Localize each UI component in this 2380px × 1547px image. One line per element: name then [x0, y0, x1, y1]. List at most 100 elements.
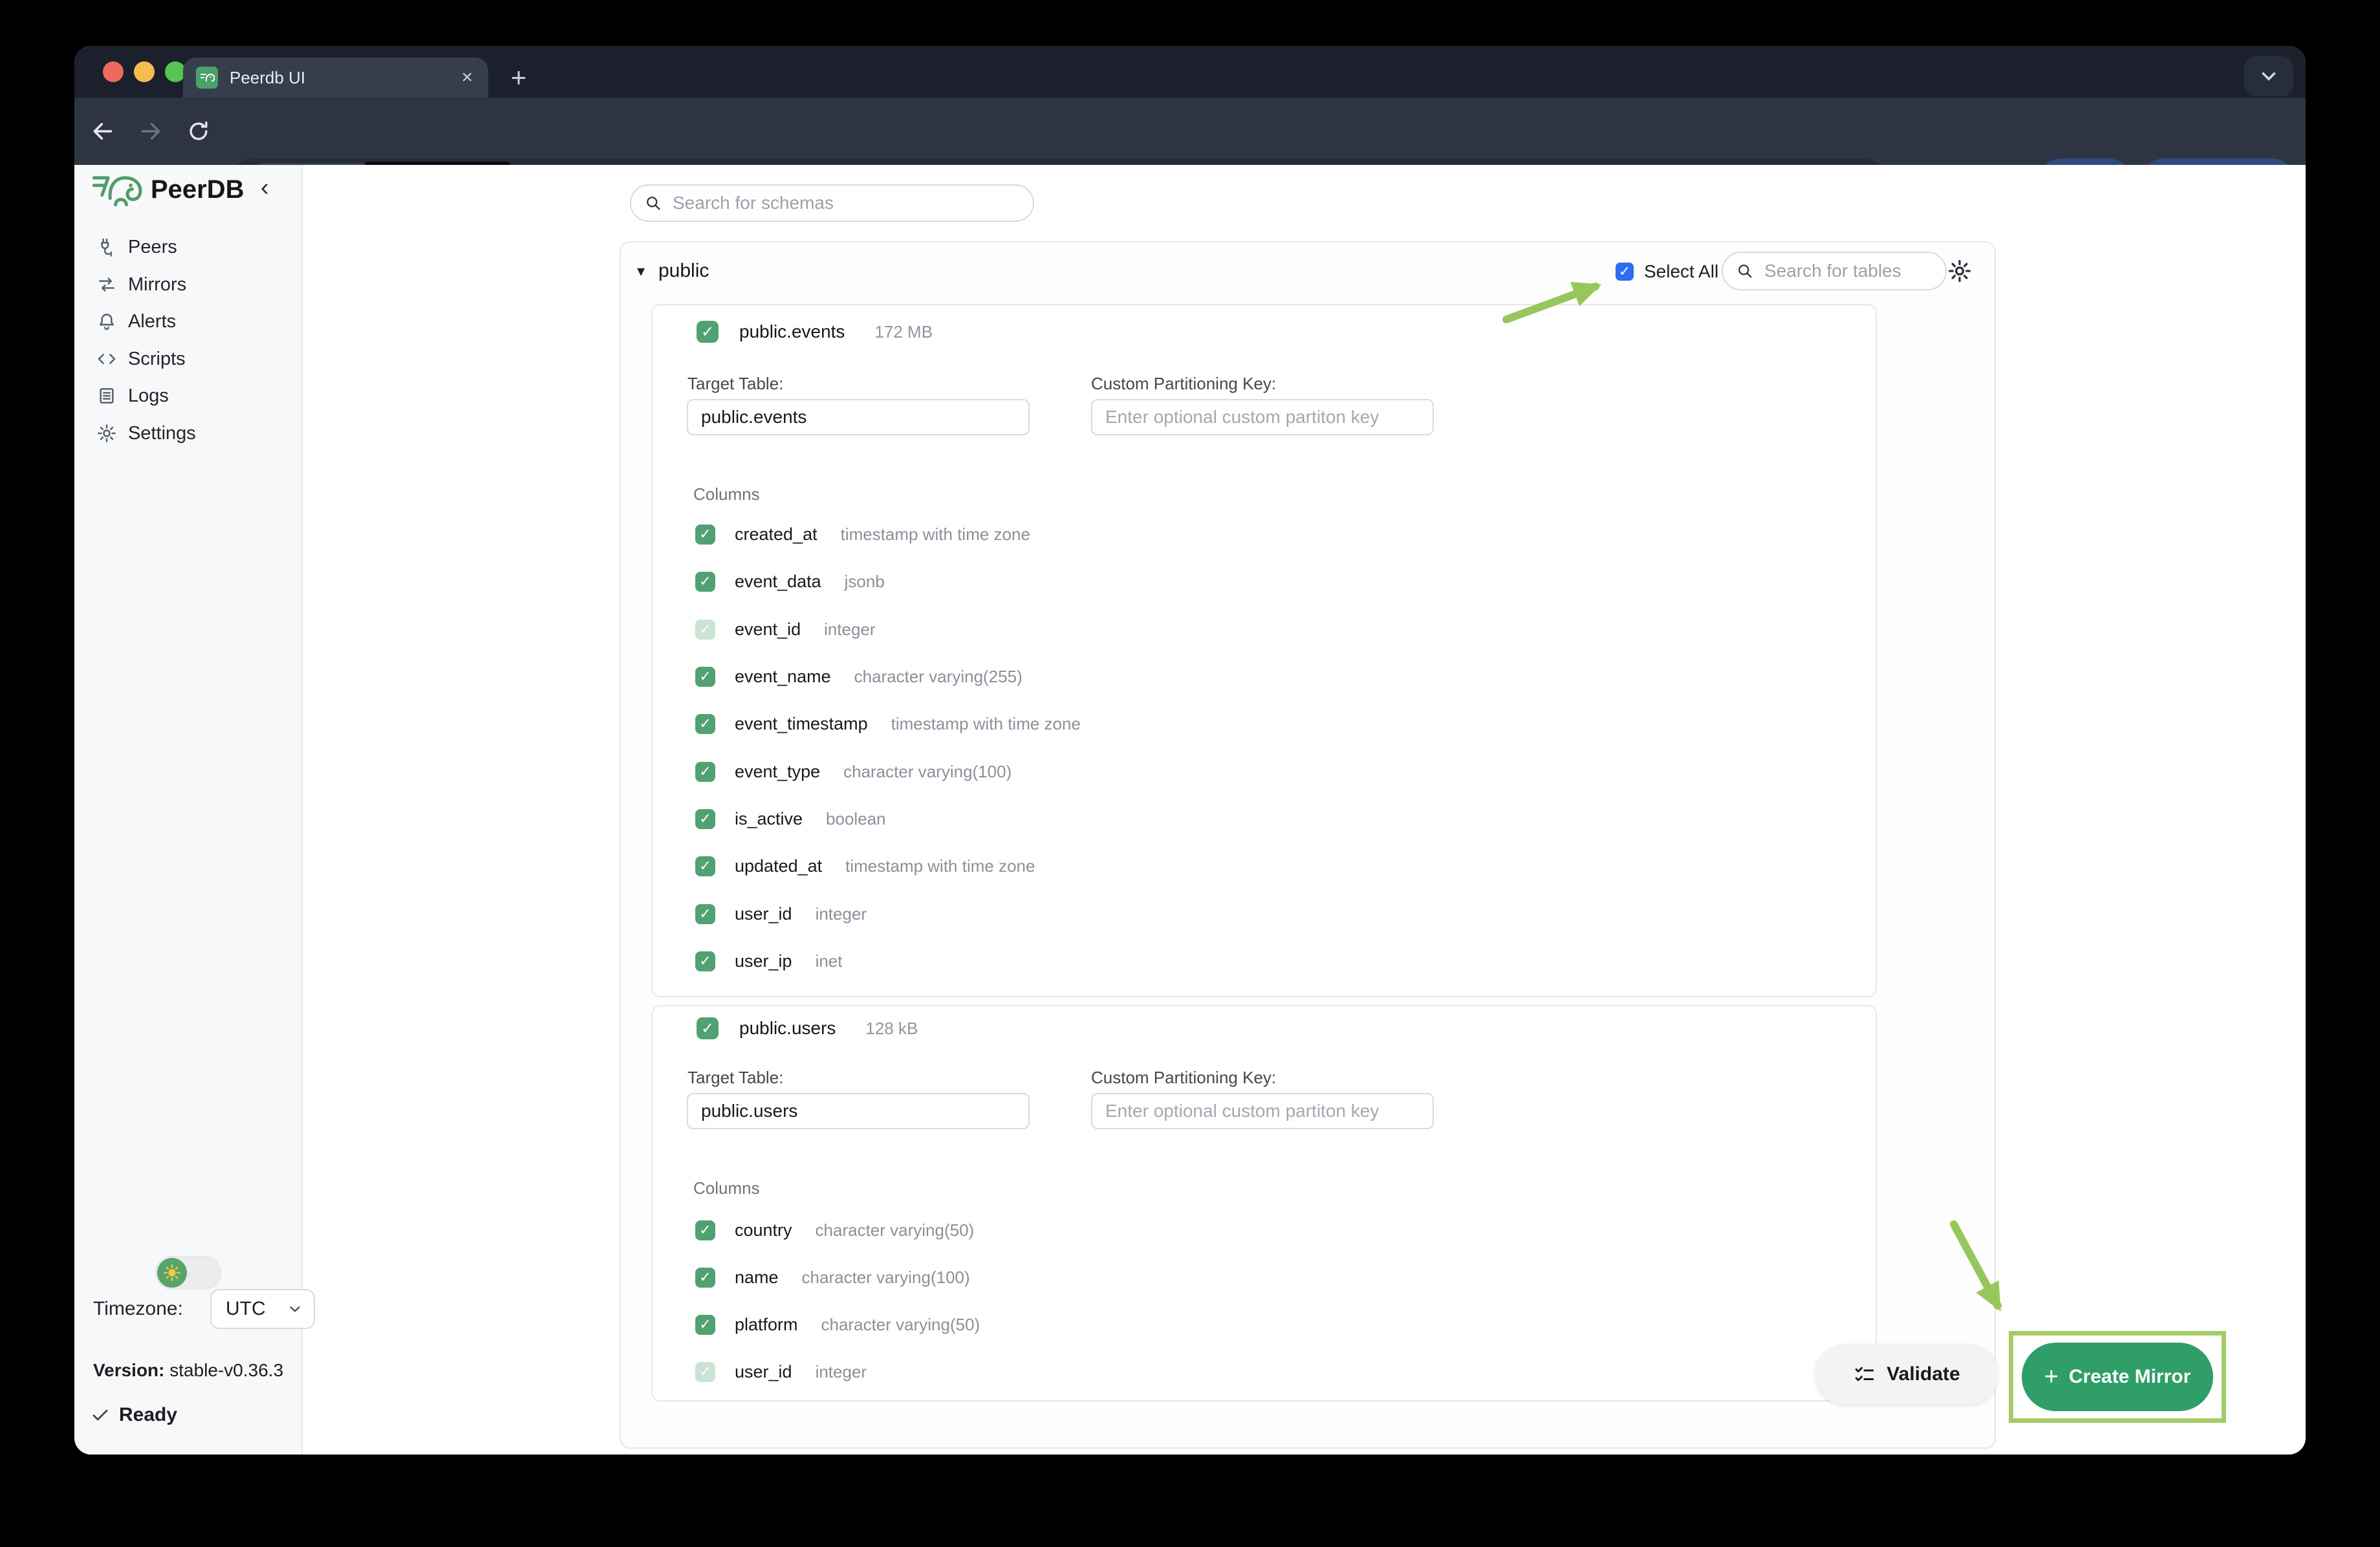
- column-checkbox[interactable]: ✓: [695, 1315, 715, 1335]
- tab-title: Peerdb UI: [230, 58, 305, 98]
- screenshot-stage: Peerdb UI × + Not Secure: [0, 0, 2380, 1547]
- partition-key-input[interactable]: [1091, 1093, 1434, 1129]
- table-search-input[interactable]: [1764, 261, 1939, 281]
- create-mirror-button[interactable]: + Create Mirror: [2022, 1343, 2213, 1411]
- table-name: public.events: [739, 321, 845, 342]
- forward-button[interactable]: [133, 98, 169, 165]
- column-type: character varying(100): [802, 1268, 970, 1288]
- bell-icon: [96, 310, 118, 332]
- sidebar-item-scripts[interactable]: Scripts: [74, 340, 301, 378]
- column-type: timestamp with time zone: [891, 714, 1081, 734]
- timezone-select[interactable]: UTC: [210, 1289, 315, 1329]
- sidebar-item-mirrors[interactable]: Mirrors: [74, 266, 301, 303]
- tab-close-icon[interactable]: ×: [461, 58, 473, 98]
- plus-icon: +: [2044, 1363, 2059, 1391]
- validate-label: Validate: [1887, 1363, 1960, 1385]
- sidebar: PeerDB ‹ Peers Mirrors Alerts: [74, 165, 303, 1455]
- column-checkbox[interactable]: ✓: [695, 762, 715, 782]
- column-type: integer: [816, 904, 867, 924]
- column-checkbox[interactable]: ✓: [695, 572, 715, 592]
- sidebar-item-logs[interactable]: Logs: [74, 377, 301, 415]
- browser-tab[interactable]: Peerdb UI ×: [183, 58, 488, 98]
- column-checkbox[interactable]: ✓: [695, 714, 715, 734]
- column-checkbox[interactable]: ✓: [695, 809, 715, 829]
- column-checkbox[interactable]: ✓: [695, 856, 715, 876]
- target-table-input[interactable]: [687, 1093, 1030, 1129]
- log-document-icon: [96, 385, 118, 407]
- column-name: updated_at: [735, 856, 822, 876]
- table-size: 128 kB: [865, 1019, 918, 1039]
- check-icon: [91, 1405, 110, 1425]
- partition-key-label: Custom Partitioning Key:: [1091, 374, 1276, 394]
- target-table-label: Target Table:: [687, 1068, 783, 1088]
- tab-overview-button[interactable]: [2244, 56, 2293, 96]
- table-settings-button[interactable]: [1947, 258, 1973, 287]
- table-header-row: ✓ public.events 172 MB: [697, 321, 933, 343]
- sidebar-item-settings[interactable]: Settings: [74, 415, 301, 452]
- column-name: event_name: [735, 667, 831, 687]
- column-name: is_active: [735, 809, 803, 829]
- theme-toggle[interactable]: [155, 1256, 221, 1290]
- column-name: event_data: [735, 572, 821, 592]
- target-table-input[interactable]: [687, 399, 1030, 435]
- timezone-row: Timezone: UTC: [93, 1289, 300, 1329]
- table-checkbox[interactable]: ✓: [697, 321, 719, 343]
- column-type: character varying(255): [854, 667, 1022, 687]
- minimize-window-button[interactable]: [134, 61, 155, 82]
- new-tab-button[interactable]: +: [499, 58, 539, 98]
- select-all-label: Select All: [1644, 261, 1718, 282]
- column-row: ✓ event_data jsonb: [695, 568, 885, 594]
- transfer-arrows-icon: [96, 274, 118, 296]
- validate-button[interactable]: Validate: [1815, 1344, 1998, 1405]
- checklist-icon: [1853, 1363, 1876, 1386]
- sidebar-item-label: Mirrors: [128, 274, 186, 296]
- partition-key-label: Custom Partitioning Key:: [1091, 1068, 1276, 1088]
- browser-toolbar: Not Secure :3000/mirrors/create?type=CDC: [74, 98, 2306, 165]
- column-checkbox[interactable]: ✓: [695, 1268, 715, 1288]
- schema-expand-caret[interactable]: ▾: [637, 262, 645, 281]
- column-type: character varying(100): [843, 762, 1012, 782]
- close-window-button[interactable]: [103, 61, 124, 82]
- sun-icon: [162, 1263, 182, 1282]
- column-checkbox[interactable]: ✓: [695, 667, 715, 687]
- column-type: timestamp with time zone: [845, 856, 1035, 876]
- column-type: character varying(50): [816, 1220, 975, 1240]
- table-header-row: ✓ public.users 128 kB: [697, 1017, 918, 1039]
- reload-button[interactable]: [180, 98, 217, 165]
- column-name: user_id: [735, 904, 792, 924]
- sidebar-item-peers[interactable]: Peers: [74, 228, 301, 266]
- schema-search-input[interactable]: [673, 193, 1026, 213]
- sidebar-collapse-button[interactable]: ‹: [261, 174, 269, 202]
- column-name: event_timestamp: [735, 714, 868, 734]
- column-name: user_id: [735, 1362, 792, 1382]
- column-type: jsonb: [845, 572, 885, 592]
- column-row: ✓ platform character varying(50): [695, 1312, 980, 1337]
- back-button[interactable]: [85, 98, 121, 165]
- column-row: ✓ updated_at timestamp with time zone: [695, 853, 1035, 879]
- sidebar-item-alerts[interactable]: Alerts: [74, 303, 301, 340]
- column-checkbox[interactable]: ✓: [695, 951, 715, 971]
- version-value: stable-v0.36.3: [169, 1360, 283, 1380]
- brand-name: PeerDB: [151, 175, 244, 204]
- column-type: timestamp with time zone: [841, 525, 1030, 545]
- create-mirror-label: Create Mirror: [2069, 1366, 2191, 1388]
- column-row: ✓ is_active boolean: [695, 806, 886, 832]
- schema-search[interactable]: [630, 184, 1034, 222]
- table-search[interactable]: [1722, 252, 1947, 290]
- light-mode-knob: [157, 1258, 187, 1288]
- column-type: inet: [816, 951, 843, 971]
- column-row: ✓ user_ip inet: [695, 948, 842, 974]
- timezone-value: UTC: [226, 1298, 266, 1320]
- column-type: boolean: [826, 809, 886, 829]
- peerdb-favicon-icon: [196, 67, 218, 89]
- column-name: event_type: [735, 762, 820, 782]
- table-checkbox[interactable]: ✓: [697, 1017, 719, 1039]
- column-checkbox[interactable]: ✓: [695, 1220, 715, 1240]
- column-checkbox[interactable]: ✓: [695, 904, 715, 924]
- column-checkbox[interactable]: ✓: [695, 525, 715, 545]
- sidebar-item-label: Scripts: [128, 349, 186, 370]
- select-all-checkbox[interactable]: ✓: [1616, 263, 1634, 281]
- partition-key-input[interactable]: [1091, 399, 1434, 435]
- app-content: PeerDB ‹ Peers Mirrors Alerts: [74, 165, 2306, 1455]
- gear-icon: [1947, 258, 1973, 284]
